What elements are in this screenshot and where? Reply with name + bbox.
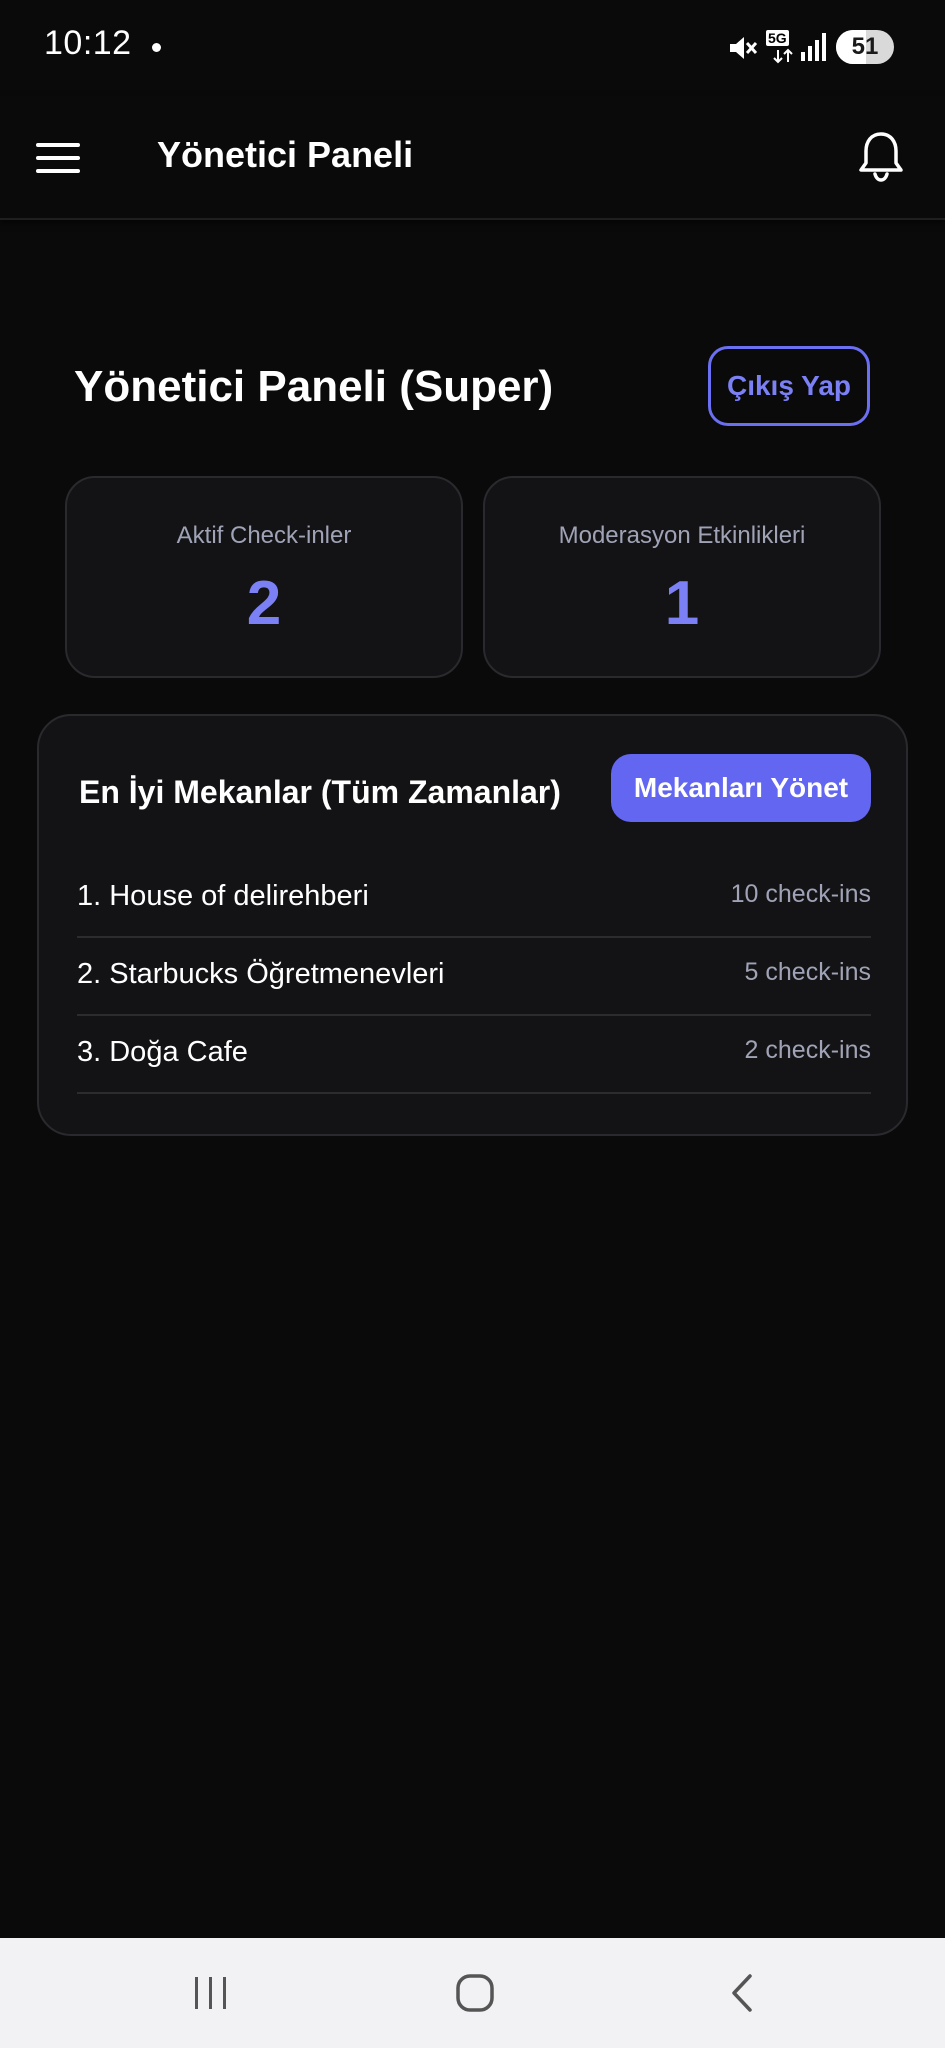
recents-icon — [195, 1977, 226, 2009]
status-time: 10:12 — [44, 24, 132, 62]
system-navigation-bar — [0, 1938, 945, 2048]
home-button[interactable] — [440, 1960, 510, 2026]
menu-button[interactable] — [30, 130, 86, 186]
app-bar: Yönetici Paneli — [0, 96, 945, 220]
venue-row[interactable]: 3. Doğa Cafe 2 check-ins — [77, 1016, 871, 1094]
venue-row[interactable]: 2. Starbucks Öğretmenevleri 5 check-ins — [77, 938, 871, 1016]
notifications-button[interactable] — [852, 126, 910, 186]
bell-icon — [859, 132, 903, 182]
stat-label: Moderasyon Etkinlikleri — [558, 522, 806, 549]
network-icon: 5G — [766, 30, 798, 64]
stat-card-moderation-events: Moderasyon Etkinlikleri 1 — [483, 476, 881, 678]
data-arrows-icon — [773, 48, 793, 64]
notification-dot-icon — [152, 43, 161, 52]
app-title: Yönetici Paneli — [157, 134, 414, 175]
stat-card-active-checkins: Aktif Check-inler 2 — [65, 476, 463, 678]
back-button[interactable] — [706, 1960, 776, 2026]
venue-checkin-count: 5 check-ins — [744, 958, 871, 986]
home-icon — [456, 1974, 494, 2012]
signal-icon — [801, 33, 826, 61]
logout-button[interactable]: Çıkış Yap — [708, 346, 870, 426]
network-type-label: 5G — [766, 30, 789, 46]
top-venues-title: En İyi Mekanlar (Tüm Zamanlar) — [79, 774, 561, 810]
mute-icon — [730, 37, 758, 59]
stat-value: 1 — [664, 569, 700, 638]
back-icon — [732, 1974, 752, 2012]
venue-name: 3. Doğa Cafe — [77, 1036, 248, 1068]
page-title: Yönetici Paneli (Super) — [74, 362, 554, 411]
venue-name: 1. House of delirehberi — [77, 880, 369, 912]
battery-indicator: 51 — [836, 30, 894, 64]
venue-row[interactable]: 1. House of delirehberi 10 check-ins — [77, 860, 871, 938]
top-venues-card: En İyi Mekanlar (Tüm Zamanlar) Mekanları… — [37, 714, 908, 1136]
stat-value: 2 — [246, 569, 282, 638]
recents-button[interactable] — [176, 1960, 246, 2026]
status-bar: 10:12 5G 51 — [0, 0, 945, 96]
hamburger-menu-icon — [36, 143, 80, 173]
manage-venues-button[interactable]: Mekanları Yönet — [611, 754, 871, 822]
venue-checkin-count: 2 check-ins — [744, 1036, 871, 1064]
battery-label: 51 — [851, 33, 879, 60]
stat-label: Aktif Check-inler — [176, 522, 352, 549]
venue-name: 2. Starbucks Öğretmenevleri — [77, 958, 445, 990]
venue-list: 1. House of delirehberi 10 check-ins 2. … — [77, 860, 871, 1094]
venue-checkin-count: 10 check-ins — [730, 880, 871, 908]
